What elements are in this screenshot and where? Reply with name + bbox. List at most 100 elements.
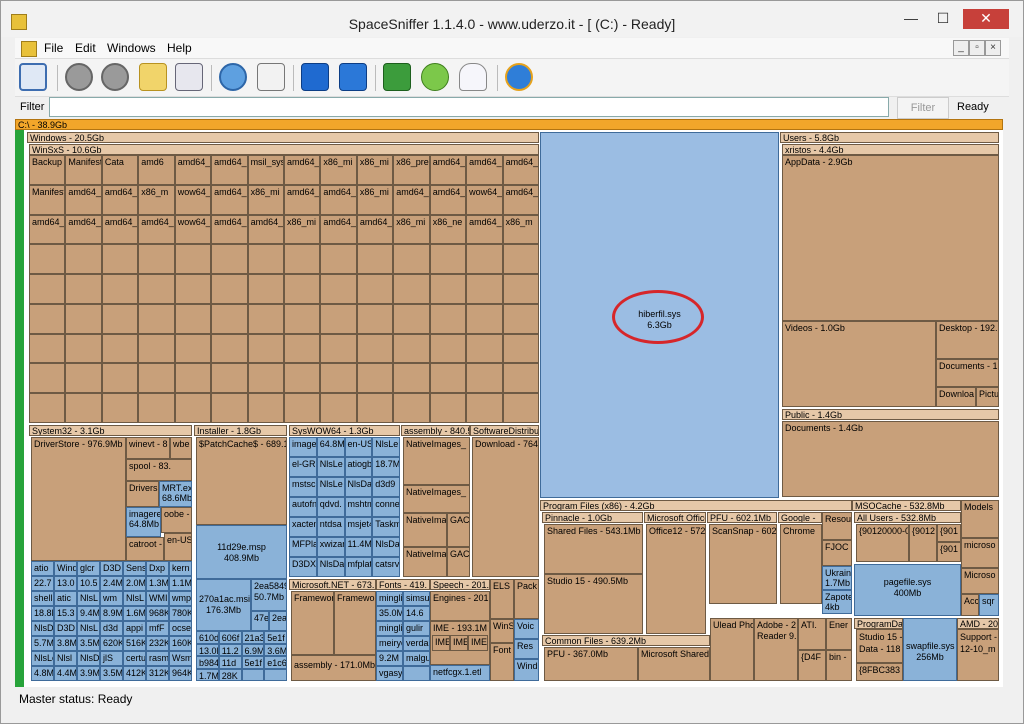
downloads-folder[interactable]: Downloa — [936, 387, 976, 407]
sys32-cell[interactable]: WMI — [146, 591, 169, 606]
google-folder[interactable]: Google - — [778, 512, 822, 523]
mdi-close-button[interactable]: × — [985, 40, 1001, 56]
syswow-cell[interactable]: el-GR — [289, 457, 317, 477]
winsxs-cell[interactable] — [393, 244, 430, 275]
winsxs-cell[interactable] — [65, 244, 102, 275]
winsxs-cell[interactable] — [247, 244, 284, 275]
inst-cell[interactable]: 5e1f — [241, 656, 265, 669]
sys32-cell[interactable]: kern — [169, 561, 192, 576]
inst-cell[interactable]: 11.2 — [218, 643, 242, 656]
winsxs-cell[interactable]: amd64_ — [393, 184, 430, 215]
sys32-cell[interactable]: appi — [123, 621, 146, 636]
inst-cell[interactable] — [241, 668, 265, 681]
winsxs-cell[interactable] — [29, 393, 66, 423]
msp-file-5[interactable]: 2ea — [269, 611, 287, 631]
winsxs-cell[interactable] — [320, 333, 357, 364]
maximize-button[interactable]: ☐ — [929, 9, 957, 29]
winsxs-cell[interactable]: amd64_ — [174, 155, 212, 185]
winsxs-cell[interactable] — [284, 363, 321, 394]
adobe-folder[interactable]: Adobe - 2 Reader 9. — [754, 618, 798, 681]
sys32-cell[interactable]: certu — [123, 651, 146, 666]
winsxs-cell[interactable]: amd64_ — [466, 214, 503, 245]
guid-folder-3[interactable]: {901 — [937, 524, 961, 542]
pictures-folder[interactable]: Pictu — [976, 387, 999, 407]
sys32-cell[interactable]: jlS — [100, 651, 123, 666]
sys32-cell[interactable]: mfF — [146, 621, 169, 636]
winsxs-cell[interactable] — [429, 244, 467, 275]
system32-folder[interactable]: System32 - 3.1Gb — [29, 425, 192, 436]
winsxs-cell[interactable] — [393, 363, 430, 394]
msp-file-3[interactable]: 2ea5849 50.7Mb — [251, 579, 287, 611]
models-folder[interactable]: Models — [961, 500, 999, 538]
syswow-cell[interactable]: autofn — [289, 497, 317, 517]
ukrain-file[interactable]: Ukrain 1.7Mb — [822, 566, 852, 590]
blocks-icon[interactable] — [383, 63, 411, 91]
installer-folder[interactable]: Installer - 1.8Gb — [194, 425, 287, 436]
back-icon[interactable] — [65, 63, 93, 91]
sys32-cell[interactable]: D3D — [54, 621, 77, 636]
ime-subfolder-1[interactable]: IME — [432, 635, 450, 651]
syswow-cell[interactable]: xwizar — [316, 537, 345, 557]
syswow-cell[interactable]: ntdsa — [316, 517, 345, 537]
winsxs-cell[interactable] — [174, 244, 212, 275]
users-folder[interactable]: Users - 5.8Gb — [780, 132, 999, 143]
fonts-cell[interactable]: mingliu — [376, 621, 403, 636]
inst-cell[interactable]: 21a3c — [241, 631, 265, 644]
winsxs-cell[interactable] — [502, 274, 539, 304]
videos-folder[interactable]: Videos - 1.0Gb — [782, 321, 936, 407]
msp-file-2[interactable]: 270a1ac.msi 176.3Mb — [196, 579, 251, 631]
winsxs-cell[interactable]: x86_mi — [247, 184, 284, 215]
winsxs-cell[interactable] — [393, 393, 430, 423]
syswow-cell[interactable]: 64.8M — [316, 437, 345, 457]
winsxs-cell[interactable]: x86_m — [502, 214, 539, 245]
assembly-folder[interactable]: assembly - 840.5 — [401, 425, 470, 436]
sys32-cell[interactable]: 3.9M — [77, 666, 100, 681]
sys32-cell[interactable]: 3.8M — [54, 636, 77, 651]
sys32-cell[interactable]: Dxp — [146, 561, 169, 576]
winsxs-cell[interactable] — [247, 274, 284, 304]
fonts-cell[interactable]: vgasy — [376, 666, 403, 681]
winevt-folder[interactable]: winevt - 8 — [126, 437, 170, 459]
winsxs-cell[interactable]: amd64_ — [101, 184, 139, 215]
home-icon[interactable] — [175, 63, 203, 91]
documents-small-folder[interactable]: Documents - 1 — [936, 359, 999, 387]
winsxs-cell[interactable]: x86_m — [138, 184, 175, 215]
winsxs-cell[interactable]: amd64_ — [466, 155, 503, 185]
bfc-folder[interactable]: {8FBC383 — [856, 663, 903, 681]
fonts-cell[interactable]: 35.0M — [376, 606, 403, 621]
winsxs-cell[interactable] — [211, 333, 248, 364]
syswow-cell[interactable]: xacten — [289, 517, 317, 537]
winsxs-cell[interactable]: amd64_ — [247, 214, 284, 245]
inst-cell[interactable]: 606f — [218, 631, 242, 644]
winsxs-small-folder[interactable]: WinS — [490, 619, 514, 643]
framework-folder[interactable]: Framewor — [291, 591, 334, 655]
sys32-cell[interactable]: 4.8M — [31, 666, 54, 681]
winsxs-cell[interactable] — [29, 333, 66, 364]
energy-folder[interactable]: Ener — [826, 618, 852, 650]
softwaredistribution-folder[interactable]: SoftwareDistribu — [470, 425, 539, 436]
syswow-cell[interactable]: NlsLe — [372, 437, 400, 457]
inst-cell[interactable]: 5e1f — [264, 631, 287, 644]
sys32-cell[interactable]: NlsL — [123, 591, 146, 606]
sys32-cell[interactable]: 13.0 — [54, 576, 77, 591]
document-icon[interactable] — [257, 63, 285, 91]
ime-subfolder-2[interactable]: IME — [450, 635, 468, 651]
winsxs-cell[interactable]: msil_sys — [247, 155, 284, 185]
nativeimages-folder-3[interactable]: NativeIma — [403, 513, 447, 547]
sys32-cell[interactable]: d3d — [100, 621, 123, 636]
winsxs-cell[interactable] — [29, 363, 66, 394]
winsxs-cell[interactable] — [101, 333, 139, 364]
sys32-cell[interactable]: 9.4M — [77, 606, 100, 621]
nativeimages-folder-2[interactable]: NativeImages_ — [403, 485, 470, 513]
winsxs-cell[interactable] — [320, 393, 357, 423]
font-small-folder[interactable]: Font — [490, 643, 514, 681]
sys32-cell[interactable]: Wind — [54, 561, 77, 576]
fonts-cell[interactable] — [403, 666, 430, 681]
common-files-folder[interactable]: Common Files - 639.2Mb — [542, 635, 710, 646]
winsxs-cell[interactable]: amd64_ — [138, 214, 175, 245]
sys32-cell[interactable]: 160K — [169, 636, 192, 651]
winsxs-cell[interactable] — [138, 244, 175, 275]
scansnap-folder[interactable]: ScanSnap - 602 — [709, 524, 777, 604]
download-folder[interactable]: Download - 764 — [472, 437, 539, 577]
drivers-folder[interactable]: Drivers — [126, 481, 159, 507]
